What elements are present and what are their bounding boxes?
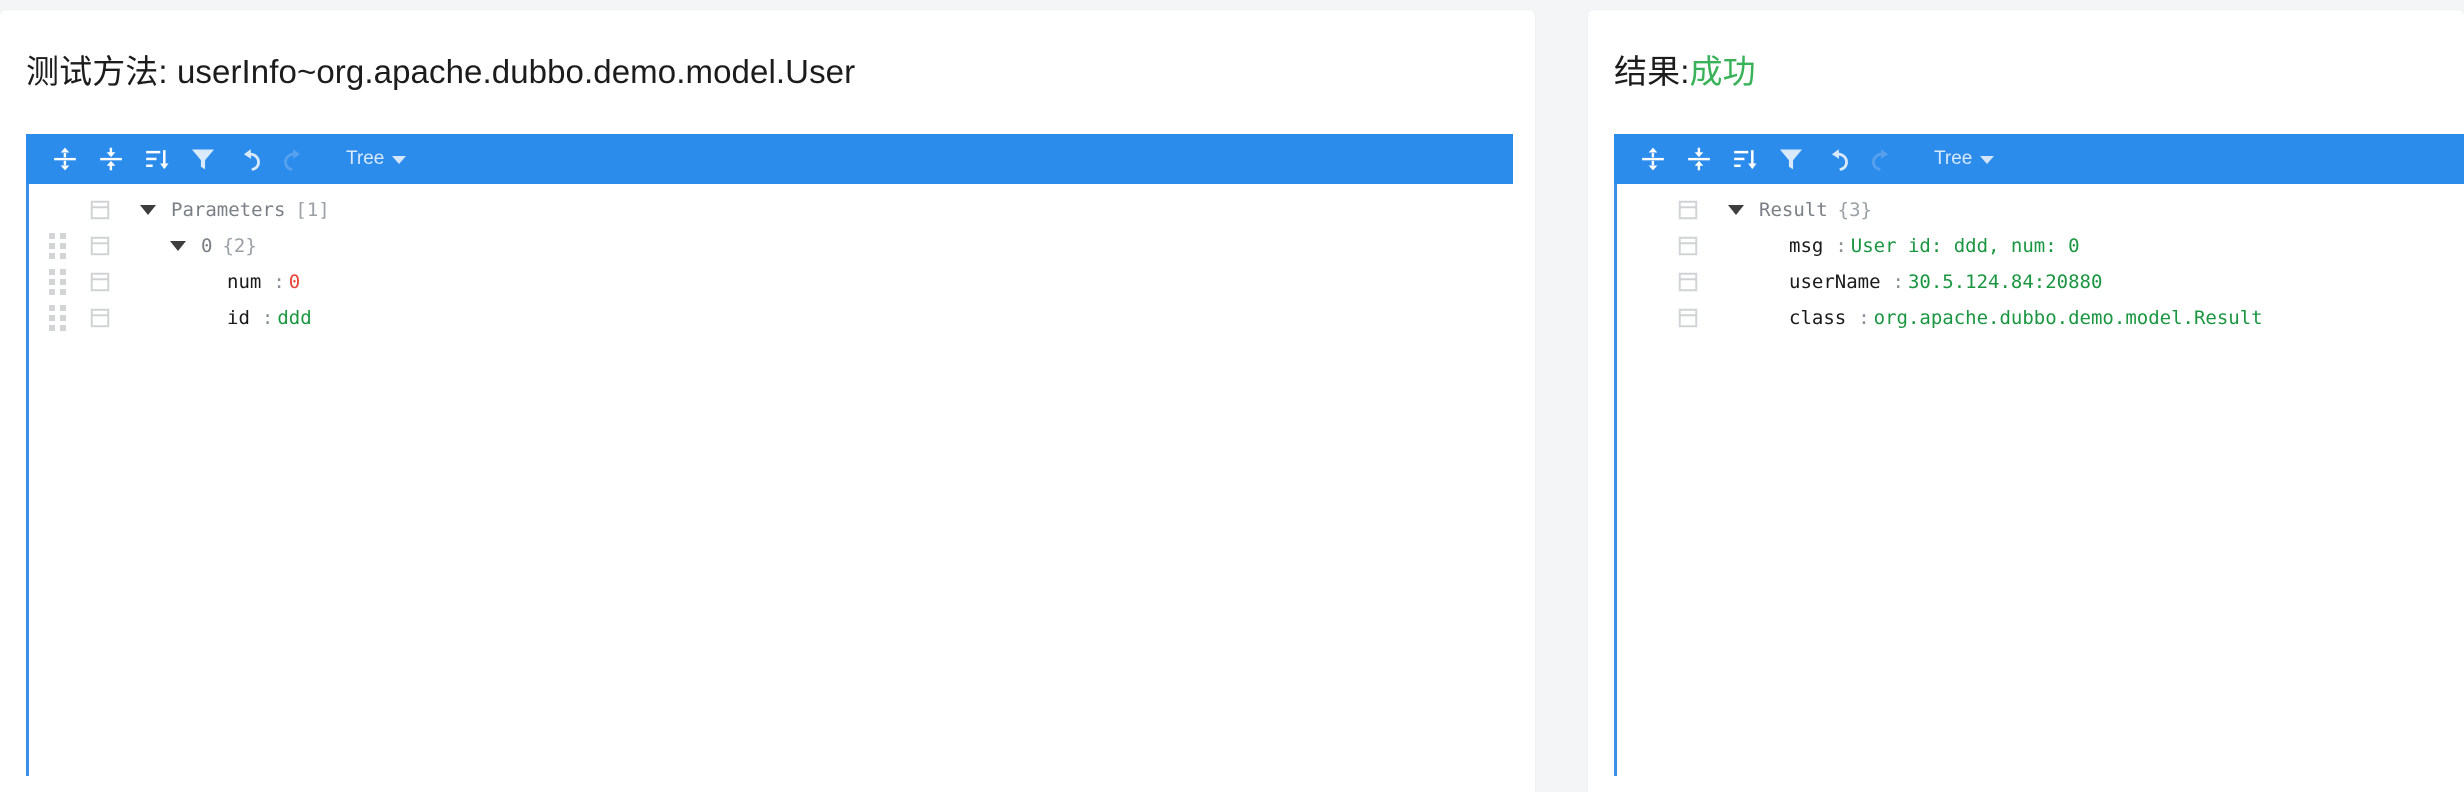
table-row[interactable]: userName : 30.5.124.84:20880	[1617, 264, 2464, 300]
table-row[interactable]: class : org.apache.dubbo.demo.model.Resu…	[1617, 300, 2464, 336]
collapse-all-icon[interactable]	[88, 138, 134, 180]
result-panel: 结果:成功 Tree Result {3} msg: User id: ddd…	[1588, 10, 2464, 792]
key-value-separator: :	[273, 270, 285, 293]
tree-key[interactable]: msg	[1789, 235, 1823, 257]
row-menu-icon[interactable]	[87, 197, 113, 223]
row-menu-icon[interactable]	[87, 305, 113, 331]
filter-icon[interactable]	[1768, 138, 1814, 180]
table-row[interactable]: num : 0	[29, 264, 1513, 300]
tree-count: {3}	[1837, 198, 1872, 221]
tree-value[interactable]: 0	[289, 271, 300, 293]
row-menu-icon[interactable]	[87, 269, 113, 295]
sort-icon[interactable]	[1722, 138, 1768, 180]
tree-key[interactable]: id	[227, 307, 250, 329]
view-mode-dropdown[interactable]: Tree	[1928, 138, 2000, 180]
tree-key: 0	[201, 234, 213, 257]
drag-handle-placeholder	[43, 197, 71, 223]
expand-all-icon[interactable]	[1630, 138, 1676, 180]
response-json-editor: Tree Result {3} msg: User id: ddd, num:…	[1614, 133, 2464, 776]
table-row[interactable]: 0 {2}	[29, 228, 1513, 264]
editor-toolbar-right: Tree	[1614, 133, 2464, 184]
redo-icon[interactable]	[272, 138, 318, 180]
panel-gap	[1535, 10, 1588, 20]
test-method-label: 测试方法:	[26, 53, 177, 90]
redo-icon[interactable]	[1860, 138, 1906, 180]
row-menu-icon[interactable]	[1675, 197, 1701, 223]
tree-key[interactable]: class	[1789, 307, 1846, 329]
key-value-separator: :	[261, 306, 274, 329]
row-menu-icon[interactable]	[87, 233, 113, 259]
chevron-down-icon	[1980, 156, 1995, 165]
key-value-separator: :	[1892, 270, 1904, 293]
table-row[interactable]: msg : User id: ddd, num: 0	[1617, 228, 2464, 264]
row-menu-icon[interactable]	[1675, 269, 1701, 295]
test-method-value: userInfo~org.apache.dubbo.demo.model.Use…	[176, 53, 856, 90]
undo-icon[interactable]	[1814, 138, 1860, 180]
tree-count: [1]	[295, 198, 330, 221]
table-row[interactable]: Result {3}	[1617, 192, 2464, 228]
left-title-wrap: 测试方法: userInfo~org.apache.dubbo.demo.mod…	[0, 10, 1535, 92]
test-method-panel: 测试方法: userInfo~org.apache.dubbo.demo.mod…	[0, 10, 1535, 792]
right-title-wrap: 结果:成功	[1588, 10, 2464, 92]
drag-handle-placeholder	[1631, 233, 1659, 259]
expand-toggle-icon[interactable]	[135, 204, 161, 215]
tree-value[interactable]: org.apache.dubbo.demo.model.Result	[1874, 307, 2263, 329]
tree-key[interactable]: num	[227, 271, 261, 293]
row-menu-icon[interactable]	[1675, 305, 1701, 331]
table-row[interactable]: Parameters [1]	[29, 192, 1513, 228]
drag-handle-icon[interactable]	[43, 304, 71, 331]
expand-toggle-icon[interactable]	[1723, 204, 1749, 215]
expand-toggle-icon[interactable]	[165, 240, 191, 251]
tree-value[interactable]: User id: ddd, num: 0	[1851, 235, 2080, 257]
tree-count: {2}	[222, 234, 257, 257]
chevron-down-icon	[392, 156, 407, 165]
expand-all-icon[interactable]	[42, 138, 88, 180]
key-value-separator: :	[1858, 306, 1870, 329]
editor-toolbar-left: Tree	[26, 133, 1513, 184]
view-mode-label: Tree	[1934, 147, 1973, 169]
page-root: 测试方法: userInfo~org.apache.dubbo.demo.mod…	[0, 0, 2464, 792]
collapse-all-icon[interactable]	[1676, 138, 1722, 180]
view-mode-label: Tree	[346, 147, 385, 169]
request-json-editor: Tree Parameters [1] 0 {2} num: 0 id: d…	[26, 133, 1513, 776]
drag-handle-placeholder	[1631, 269, 1659, 295]
drag-handle-icon[interactable]	[43, 268, 71, 295]
response-tree[interactable]: Result {3} msg: User id: ddd, num: 0 us…	[1614, 183, 2464, 776]
drag-handle-icon[interactable]	[43, 232, 71, 259]
sort-icon[interactable]	[134, 138, 180, 180]
view-mode-dropdown[interactable]: Tree	[340, 138, 412, 180]
tree-value[interactable]: ddd	[277, 307, 311, 329]
row-menu-icon[interactable]	[1675, 233, 1701, 259]
result-label: 结果:	[1614, 53, 1690, 90]
page-title: 测试方法: userInfo~org.apache.dubbo.demo.mod…	[26, 52, 1535, 92]
tree-key: Result	[1759, 198, 1828, 221]
request-tree[interactable]: Parameters [1] 0 {2} num: 0 id: ddd	[26, 183, 1513, 776]
tree-key: Parameters	[171, 198, 286, 221]
key-value-separator: :	[1835, 234, 1847, 257]
undo-icon[interactable]	[226, 138, 272, 180]
drag-handle-placeholder	[1631, 305, 1659, 331]
tree-key[interactable]: userName	[1789, 271, 1881, 293]
filter-icon[interactable]	[180, 138, 226, 180]
table-row[interactable]: id : ddd	[29, 300, 1513, 336]
result-title: 结果:成功	[1614, 52, 2464, 92]
drag-handle-placeholder	[1631, 197, 1659, 223]
tree-value[interactable]: 30.5.124.84:20880	[1908, 271, 2102, 293]
status-badge: 成功	[1689, 53, 1756, 90]
